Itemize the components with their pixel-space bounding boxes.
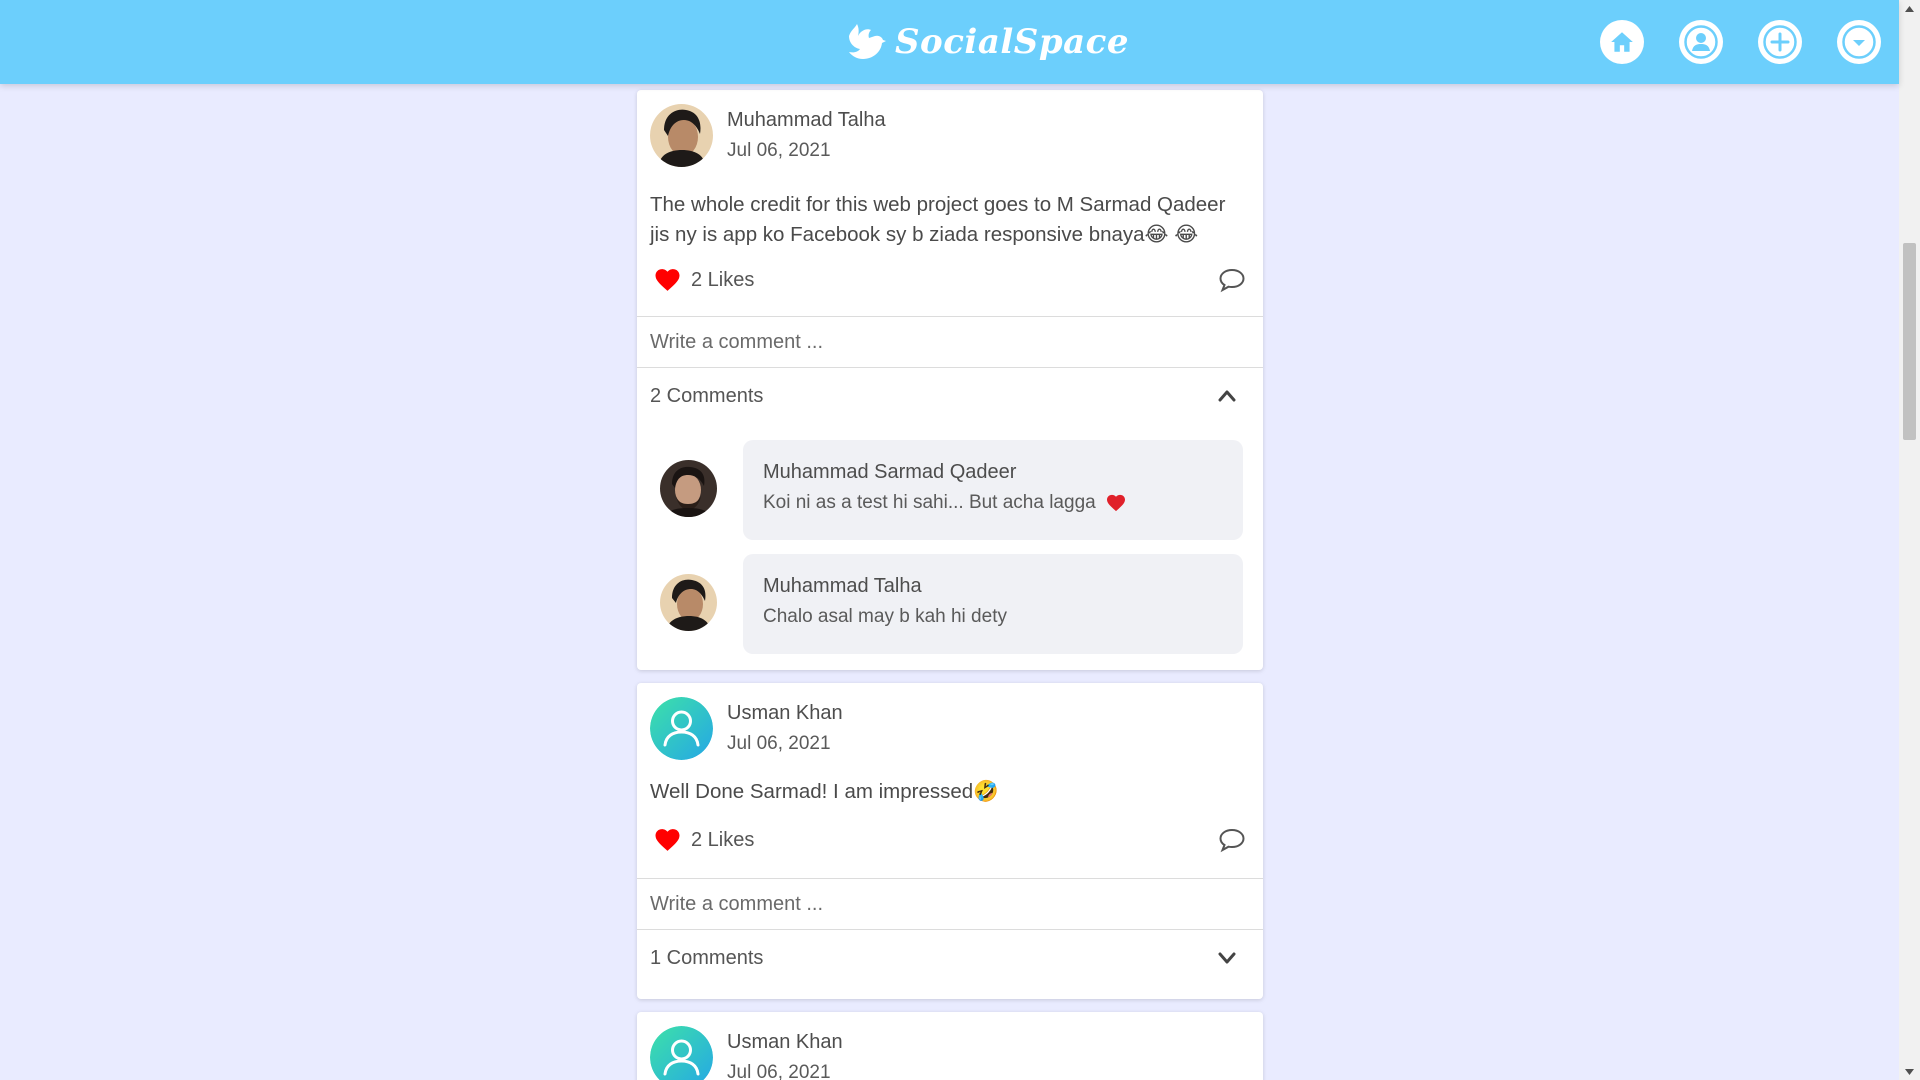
comment-icon[interactable] bbox=[1218, 267, 1246, 293]
comments-count: 1 Comments bbox=[650, 946, 764, 969]
post-author[interactable]: Usman Khan bbox=[727, 698, 843, 728]
create-post-button[interactable] bbox=[1758, 20, 1802, 64]
post-author[interactable]: Usman Khan bbox=[727, 1027, 843, 1057]
post-text: The whole credit for this web project go… bbox=[650, 193, 1226, 246]
comment-bubble: Muhammad Sarmad Qadeer Koi ni as a test … bbox=[743, 440, 1243, 540]
scroll-up-arrow-icon[interactable] bbox=[1899, 0, 1920, 17]
comments-toggle[interactable]: 2 Comments bbox=[637, 368, 1263, 424]
chevron-up-icon[interactable] bbox=[1218, 388, 1236, 402]
chevron-down-icon[interactable] bbox=[1218, 950, 1236, 964]
profile-button[interactable] bbox=[1679, 20, 1723, 64]
home-button[interactable] bbox=[1600, 20, 1644, 64]
dove-icon bbox=[849, 24, 886, 59]
post-author[interactable]: Muhammad Talha bbox=[727, 105, 886, 135]
brand-name: SocialSpace bbox=[895, 22, 1129, 62]
navbar: SocialSpace bbox=[0, 0, 1899, 84]
comment-author[interactable]: Muhammad Talha bbox=[763, 571, 1223, 601]
heart-icon[interactable] bbox=[654, 268, 681, 292]
comment-icon[interactable] bbox=[1218, 827, 1246, 853]
post-card: Usman Khan Jul 06, 2021 Well Done Sarmad… bbox=[637, 683, 1263, 999]
comment-input[interactable]: Write a comment ... bbox=[637, 316, 1263, 368]
plus-icon bbox=[1763, 25, 1797, 59]
comment-item: Muhammad Sarmad Qadeer Koi ni as a test … bbox=[660, 440, 1243, 540]
likes-count[interactable]: 2 Likes bbox=[691, 269, 754, 292]
avatar[interactable] bbox=[660, 574, 717, 631]
comments-toggle[interactable]: 1 Comments bbox=[637, 930, 1263, 986]
avatar[interactable] bbox=[650, 104, 713, 167]
menu-dropdown-button[interactable] bbox=[1837, 20, 1881, 64]
scrollbar-thumb[interactable] bbox=[1903, 243, 1916, 440]
comment-item: Muhammad Talha Chalo asal may b kah hi d… bbox=[660, 554, 1243, 654]
comment-input[interactable]: Write a comment ... bbox=[637, 878, 1263, 930]
post-date: Jul 06, 2021 bbox=[727, 1062, 831, 1080]
home-icon bbox=[1611, 32, 1633, 52]
post-text: Well Done Sarmad! I am impressed🤣 bbox=[650, 780, 999, 803]
post-card: Muhammad Talha Jul 06, 2021 The whole cr… bbox=[637, 90, 1263, 670]
scroll-down-arrow-icon[interactable] bbox=[1899, 1063, 1920, 1080]
comment-author[interactable]: Muhammad Sarmad Qadeer bbox=[763, 457, 1223, 487]
avatar[interactable] bbox=[650, 1026, 713, 1080]
user-icon bbox=[1684, 25, 1718, 59]
scrollbar[interactable] bbox=[1899, 0, 1920, 1080]
post-date: Jul 06, 2021 bbox=[727, 733, 831, 754]
comment-text: Chalo asal may b kah hi dety bbox=[763, 606, 1007, 627]
post-card: Usman Khan Jul 06, 2021 bbox=[637, 1012, 1263, 1080]
likes-count[interactable]: 2 Likes bbox=[691, 829, 754, 852]
avatar[interactable] bbox=[650, 697, 713, 760]
comment-bubble: Muhammad Talha Chalo asal may b kah hi d… bbox=[743, 554, 1243, 654]
brand-logo[interactable]: SocialSpace bbox=[845, 18, 1129, 66]
heart-emoji-icon bbox=[1106, 494, 1125, 511]
comments-count: 2 Comments bbox=[650, 384, 764, 407]
comment-text: Koi ni as a test hi sahi... But acha lag… bbox=[763, 492, 1096, 513]
chevron-down-icon bbox=[1842, 25, 1876, 59]
avatar[interactable] bbox=[660, 460, 717, 517]
post-date: Jul 06, 2021 bbox=[727, 140, 831, 161]
heart-icon[interactable] bbox=[654, 828, 681, 852]
